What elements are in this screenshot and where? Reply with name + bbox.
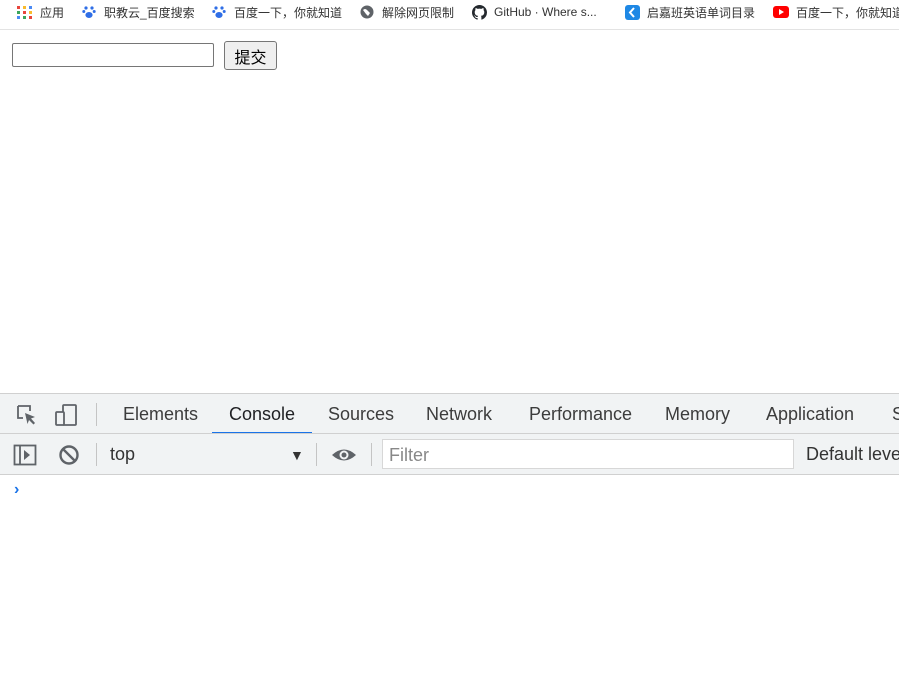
- github-icon: [471, 4, 487, 20]
- devtools-tab-bar: Elements Console Sources Network Perform…: [0, 393, 899, 434]
- tab-sources[interactable]: Sources: [328, 394, 394, 433]
- youtube-icon: [773, 4, 789, 20]
- toolbar-separator: [96, 443, 97, 466]
- bookmark-label: 启嘉班英语单词目录: [647, 5, 756, 20]
- console-prompt[interactable]: ›: [14, 481, 19, 499]
- bookmark-item[interactable]: GitHub · Where s...: [471, 0, 597, 24]
- apps-grid-icon: [17, 4, 33, 20]
- log-levels-dropdown[interactable]: Default levels: [806, 444, 899, 465]
- bookmark-label: 百度一下，你就知道: [234, 5, 343, 20]
- inspect-element-icon[interactable]: [15, 403, 39, 427]
- devtools-panel: Elements Console Sources Network Perform…: [0, 393, 899, 676]
- tab-elements[interactable]: Elements: [123, 394, 198, 433]
- tab-console[interactable]: Console: [211, 394, 313, 433]
- bookmark-label: 应用: [40, 5, 65, 20]
- globe-icon: [359, 4, 375, 20]
- text-input[interactable]: [12, 43, 214, 67]
- tab-network[interactable]: Network: [426, 394, 492, 433]
- tab-overflow[interactable]: S: [892, 394, 899, 433]
- filter-input[interactable]: Filter: [382, 439, 794, 469]
- tab-memory[interactable]: Memory: [665, 394, 730, 433]
- bookmarks-bar: 应用 职教云_百度搜索 百度一下，你就知道 解除网页限制 GitHub · Wh…: [0, 0, 899, 30]
- bookmark-apps[interactable]: 应用: [17, 0, 64, 24]
- context-selector[interactable]: top: [110, 444, 135, 465]
- filter-placeholder: Filter: [389, 445, 429, 465]
- console-toolbar: top ▼ Filter Default levels: [0, 434, 899, 475]
- bookmark-item[interactable]: 职教云_百度搜索: [81, 0, 195, 24]
- bookmark-item[interactable]: 百度一下，你就知道: [773, 0, 899, 24]
- tab-application[interactable]: Application: [766, 394, 854, 433]
- clear-console-icon[interactable]: [57, 443, 81, 467]
- sidebar-toggle-icon[interactable]: [13, 443, 37, 467]
- device-toolbar-icon[interactable]: [54, 403, 78, 427]
- bookmark-label: 职教云_百度搜索: [104, 5, 195, 20]
- bookmark-item[interactable]: 百度一下，你就知道: [211, 0, 342, 24]
- tab-separator: [96, 403, 97, 426]
- bookmark-item[interactable]: 解除网页限制: [359, 0, 454, 24]
- baidu-paw-icon: [211, 4, 227, 20]
- bookmark-label: 解除网页限制: [382, 5, 455, 20]
- eye-icon[interactable]: [331, 443, 356, 467]
- toolbar-separator: [316, 443, 317, 466]
- blue-logo-icon: [624, 4, 640, 20]
- dropdown-arrow-icon[interactable]: ▼: [290, 447, 304, 463]
- bookmark-label: 百度一下，你就知道: [796, 5, 899, 20]
- tab-performance[interactable]: Performance: [529, 394, 632, 433]
- submit-button[interactable]: 提交: [224, 41, 277, 70]
- bookmark-item[interactable]: 启嘉班英语单词目录: [624, 0, 755, 24]
- bookmark-label: GitHub · Where s...: [494, 5, 597, 19]
- toolbar-separator: [371, 443, 372, 466]
- baidu-paw-icon: [81, 4, 97, 20]
